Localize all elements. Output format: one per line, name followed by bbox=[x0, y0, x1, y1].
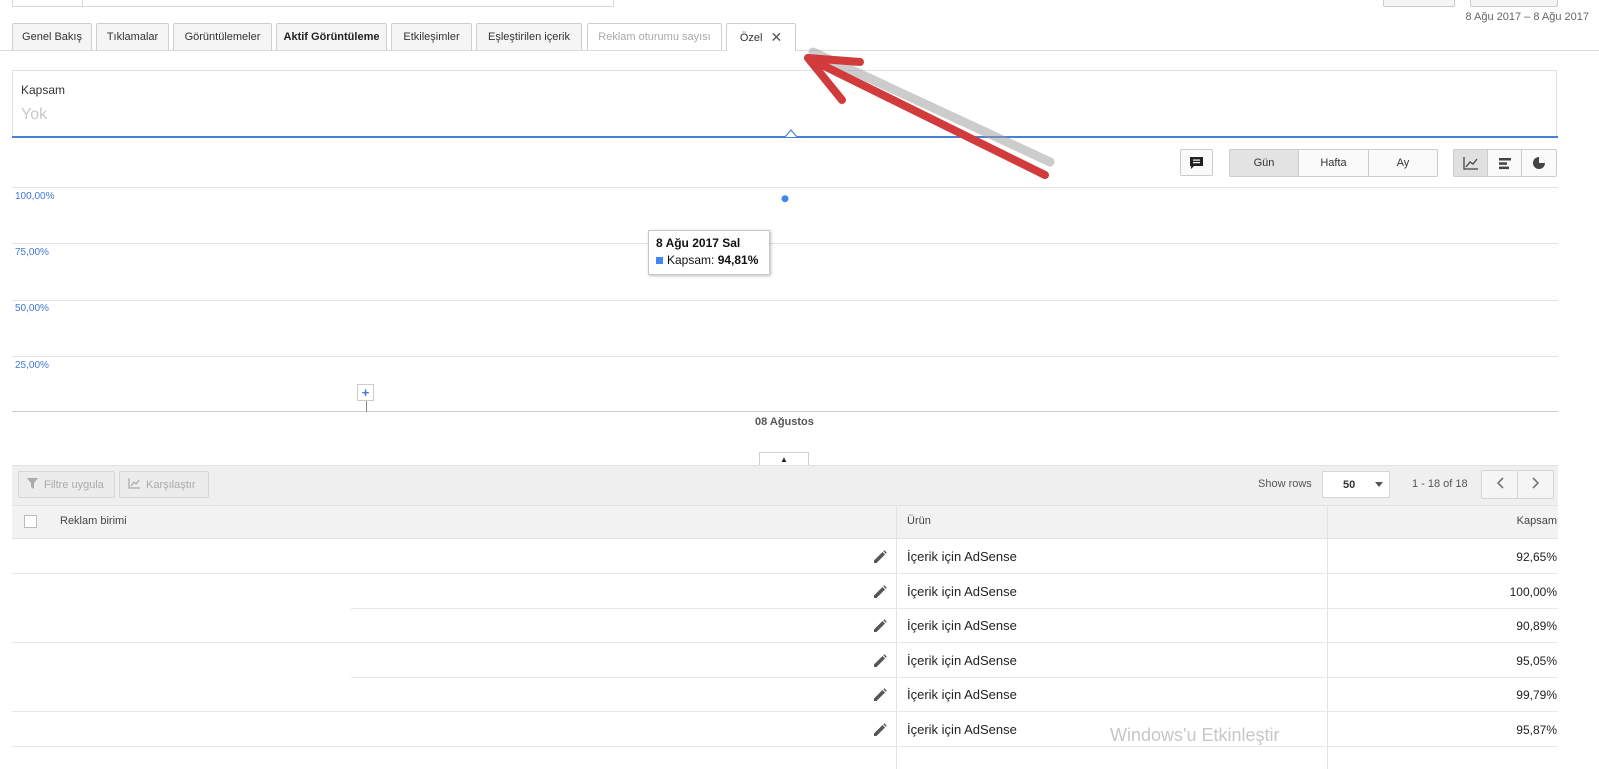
ad-unit-cell bbox=[12, 574, 351, 608]
annotation-stem bbox=[366, 401, 367, 412]
prev-page-button[interactable] bbox=[1481, 470, 1518, 499]
add-annotation-marker[interactable]: + bbox=[357, 384, 374, 401]
windows-activation-watermark: Windows'u Etkinleştir bbox=[1110, 725, 1280, 745]
pencil-icon[interactable] bbox=[872, 618, 888, 634]
ad-unit-cell bbox=[12, 539, 351, 573]
ad-unit-cell bbox=[12, 643, 351, 677]
product-cell: İçerik için AdSense bbox=[907, 687, 1017, 702]
product-cell: İçerik için AdSense bbox=[907, 549, 1017, 564]
collapse-chart-button[interactable]: ▲ bbox=[759, 452, 809, 466]
tooltip-series-label: Kapsam: bbox=[667, 253, 715, 267]
coverage-cell: 90,89% bbox=[1516, 619, 1557, 633]
chevron-down-icon bbox=[1375, 482, 1383, 487]
coverage-cell: 95,87% bbox=[1516, 723, 1557, 737]
series-swatch bbox=[656, 256, 663, 264]
column-header-coverage[interactable]: Kapsam bbox=[1517, 515, 1557, 527]
pencil-icon[interactable] bbox=[872, 722, 888, 738]
filter-label: Filtre uygula bbox=[44, 478, 104, 491]
pencil-icon[interactable] bbox=[872, 584, 888, 600]
chevron-right-icon bbox=[1531, 476, 1540, 494]
coverage-cell: 95,05% bbox=[1516, 654, 1557, 668]
ad-unit-cell bbox=[12, 712, 351, 746]
tooltip-value: 94,81% bbox=[717, 253, 759, 267]
column-header-product[interactable]: Ürün bbox=[907, 515, 931, 527]
filter-icon bbox=[27, 477, 38, 492]
coverage-cell: 99,79% bbox=[1516, 688, 1557, 702]
product-cell: İçerik için AdSense bbox=[907, 618, 1017, 633]
rows-per-page-select[interactable]: 50 bbox=[1322, 471, 1390, 498]
next-page-button[interactable] bbox=[1517, 470, 1554, 499]
caret-up-icon: ▲ bbox=[780, 455, 788, 464]
compare-label: Karşılaştır bbox=[146, 478, 196, 491]
product-cell: İçerik için AdSense bbox=[907, 584, 1017, 599]
pencil-icon[interactable] bbox=[872, 653, 888, 669]
ad-unit-cell bbox=[12, 677, 351, 711]
compare-chart-icon bbox=[128, 477, 140, 492]
product-cell: İçerik için AdSense bbox=[907, 653, 1017, 668]
ad-unit-cell bbox=[12, 608, 351, 642]
coverage-cell: 100,00% bbox=[1509, 585, 1557, 599]
x-tick-label: 08 Ağustos bbox=[755, 416, 814, 428]
pencil-icon[interactable] bbox=[872, 549, 888, 565]
coverage-cell: 92,65% bbox=[1516, 550, 1557, 564]
product-cell: İçerik için AdSense bbox=[907, 722, 1017, 737]
filter-button[interactable]: Filtre uygula bbox=[18, 471, 115, 498]
rows-per-page-value: 50 bbox=[1343, 478, 1356, 491]
annotation-arrow bbox=[804, 47, 1055, 179]
tooltip-date: 8 Ağu 2017 Sal bbox=[656, 236, 741, 250]
pagination-text: 1 - 18 of 18 bbox=[1412, 478, 1468, 490]
column-header-ad-unit[interactable]: Reklam birimi bbox=[60, 515, 127, 527]
show-rows-label: Show rows bbox=[1258, 478, 1312, 490]
chevron-left-icon bbox=[1496, 476, 1504, 494]
pencil-icon[interactable] bbox=[872, 687, 888, 703]
plus-icon: + bbox=[361, 385, 370, 400]
chart-tooltip: 8 Ağu 2017 Sal Kapsam: 94,81% bbox=[648, 230, 770, 275]
compare-button[interactable]: Karşılaştır bbox=[119, 471, 209, 498]
select-all-checkbox[interactable] bbox=[24, 515, 37, 528]
